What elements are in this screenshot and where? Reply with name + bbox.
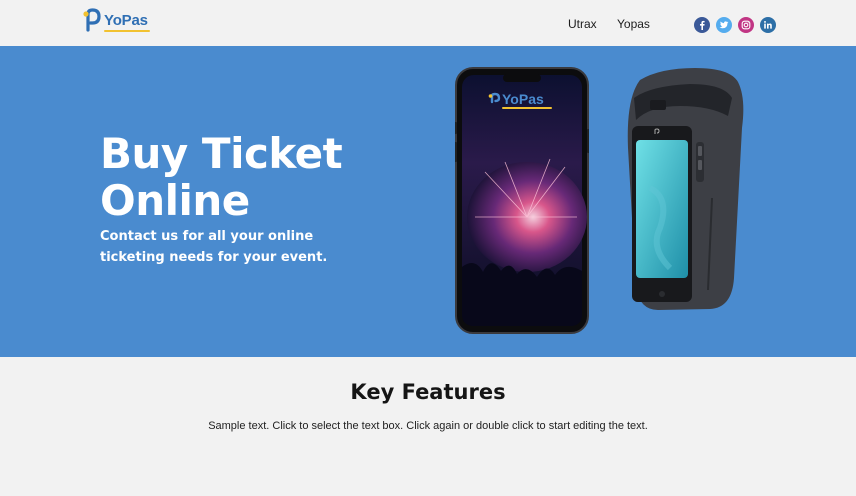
yopas-p-icon [83,8,101,32]
key-features-text[interactable]: Sample text. Click to select the text bo… [0,420,856,432]
nav-link-yopas[interactable]: Yopas [617,17,650,31]
linkedin-icon[interactable] [760,17,776,33]
site-header: YoPas Utrax Yopas [0,0,856,46]
twitter-icon[interactable] [716,17,732,33]
smartphone-image: YoPas [455,67,589,334]
svg-text:YoPas: YoPas [502,91,544,107]
hero-subtitle: Contact us for all your online ticketing… [100,229,328,265]
hero-title: Buy Ticket Online [100,129,343,225]
logo[interactable]: YoPas [82,8,150,32]
nav-link-utrax[interactable]: Utrax [568,17,597,31]
key-features-heading: Key Features [350,380,506,404]
payment-terminal-image [627,68,744,310]
instagram-icon[interactable] [738,17,754,33]
hero-banner: Buy Ticket Online Contact us for all you… [0,46,856,357]
facebook-icon[interactable] [694,17,710,33]
logo-text: YoPas [104,11,150,32]
